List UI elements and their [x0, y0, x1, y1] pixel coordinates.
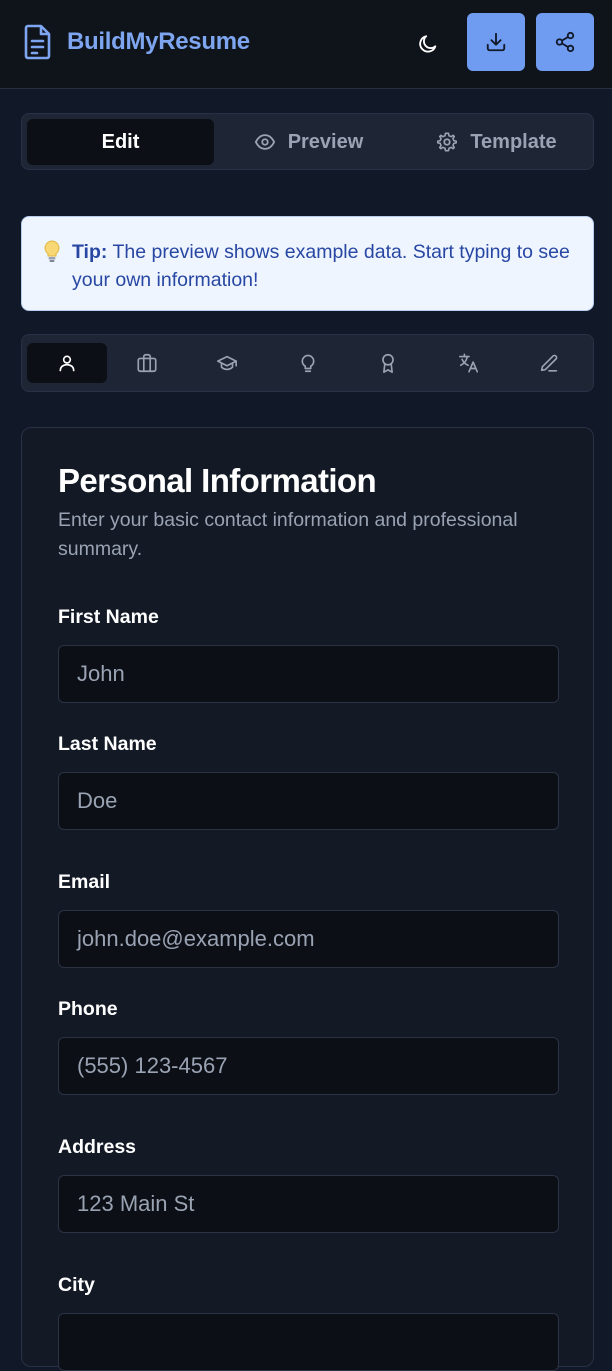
share-icon: [555, 31, 575, 53]
tab-preview-label: Preview: [287, 130, 364, 153]
tip-text: Tip: The preview shows example data. Sta…: [72, 238, 582, 294]
theme-toggle-button[interactable]: [412, 28, 444, 60]
award-icon: [382, 353, 394, 373]
section-tab-certifications[interactable]: [348, 343, 428, 383]
section-tab-summary[interactable]: [509, 343, 589, 383]
section-tab-languages[interactable]: [429, 343, 509, 383]
email-input[interactable]: john.doe@example.com: [58, 910, 559, 968]
section-tab-skills[interactable]: [268, 343, 348, 383]
address-label: Address: [58, 1136, 137, 1158]
view-tabs: Edit Preview Template: [21, 113, 594, 170]
user-icon: [59, 355, 75, 372]
tab-edit[interactable]: Edit: [27, 119, 214, 165]
section-description: Enter your basic contact information and…: [58, 509, 518, 560]
moon-icon: [419, 35, 437, 53]
first-name-label: First Name: [58, 606, 159, 628]
personal-info-card: Personal Information Enter your basic co…: [21, 427, 594, 1371]
tab-preview[interactable]: Preview: [215, 119, 402, 165]
first-name-input[interactable]: John: [58, 645, 559, 703]
section-tab-education[interactable]: [187, 343, 267, 383]
tab-template-label: Template: [470, 130, 557, 153]
lightbulb-icon: [44, 240, 60, 262]
app-header: BuildMyResume: [0, 0, 612, 89]
gear-icon: [437, 132, 458, 152]
address-input[interactable]: 123 Main St: [58, 1175, 559, 1233]
graduation-cap-icon: [217, 355, 237, 371]
tip-banner: Tip: The preview shows example data. Sta…: [21, 216, 594, 311]
phone-input[interactable]: (555) 123-4567: [58, 1037, 559, 1095]
download-icon: [486, 32, 506, 52]
briefcase-icon: [137, 353, 157, 373]
tab-template[interactable]: Template: [403, 119, 590, 165]
languages-icon: [459, 353, 479, 373]
email-label: Email: [58, 871, 111, 893]
section-tabs: [21, 334, 594, 392]
phone-label: Phone: [58, 998, 118, 1020]
tip-message: The preview shows example data. Start ty…: [72, 241, 570, 291]
download-button[interactable]: [467, 13, 525, 71]
section-tab-personal[interactable]: [27, 343, 107, 383]
brand[interactable]: BuildMyResume: [24, 24, 250, 60]
tab-edit-label: Edit: [101, 130, 140, 153]
lightbulb-icon: [301, 354, 315, 373]
document-icon: [24, 24, 51, 60]
section-tab-experience[interactable]: [107, 343, 187, 383]
app-name: BuildMyResume: [67, 28, 250, 55]
city-label: City: [58, 1274, 95, 1296]
tip-bold-label: Tip:: [72, 241, 108, 263]
pencil-icon: [540, 354, 558, 372]
section-title: Personal Information: [58, 462, 377, 499]
last-name-input[interactable]: Doe: [58, 772, 559, 830]
city-input[interactable]: [58, 1313, 559, 1371]
share-button[interactable]: [536, 13, 594, 71]
last-name-label: Last Name: [58, 733, 157, 755]
eye-icon: [254, 134, 275, 150]
